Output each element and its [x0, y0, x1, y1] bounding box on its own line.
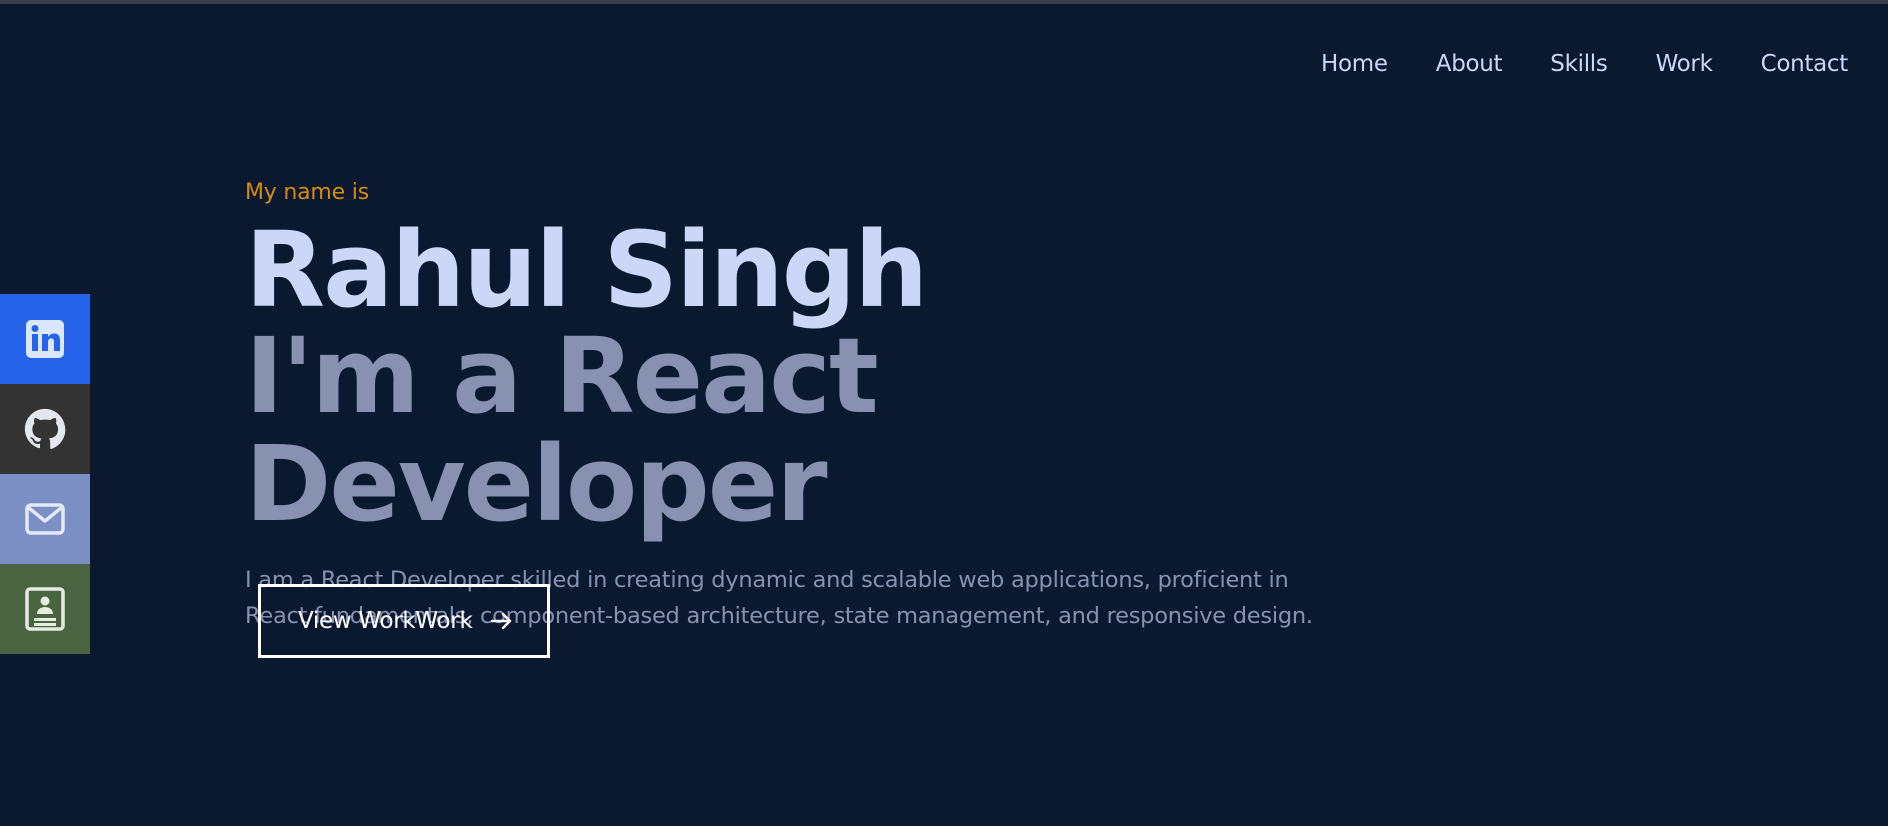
main-nav: Home About Skills Work Contact	[1273, 48, 1848, 80]
resume-icon	[25, 587, 65, 631]
view-work-button[interactable]: View WorkWork	[258, 584, 550, 658]
nav-about[interactable]: About	[1436, 48, 1503, 80]
nav-skills[interactable]: Skills	[1550, 48, 1608, 80]
hero-name: Rahul Singh	[245, 209, 928, 331]
intro-text: My name is	[245, 180, 369, 205]
mail-icon	[25, 503, 65, 535]
nav-work[interactable]: Work	[1656, 48, 1713, 80]
email-link[interactable]	[0, 474, 90, 564]
nav-contact[interactable]: Contact	[1761, 48, 1849, 80]
hero-role: I'm a React Developer	[245, 315, 879, 545]
window-top-border	[0, 0, 1888, 4]
nav-home[interactable]: Home	[1321, 48, 1388, 80]
github-link[interactable]	[0, 384, 90, 474]
resume-link[interactable]	[0, 564, 90, 654]
view-work-label: View WorkWork	[298, 608, 473, 634]
linkedin-icon	[26, 320, 64, 358]
arrow-right-icon	[490, 612, 514, 630]
linkedin-link[interactable]	[0, 294, 90, 384]
hero-section: My name is Rahul Singh I'm a React Devel…	[245, 176, 1445, 634]
github-icon	[24, 408, 66, 449]
social-links-sidebar	[0, 294, 90, 654]
